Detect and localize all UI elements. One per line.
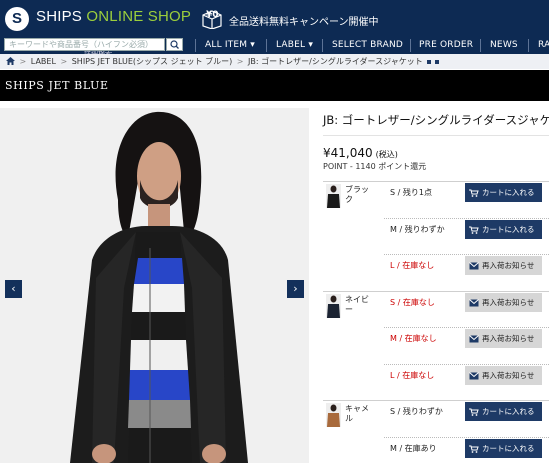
cart-icon bbox=[469, 408, 479, 416]
size-stock-label: L / 在庫なし bbox=[390, 370, 435, 380]
product-price: ¥41,040 (税込) bbox=[323, 146, 398, 160]
size-stock-label: S / 在庫なし bbox=[390, 297, 435, 307]
nav-all-item[interactable]: ALL ITEM ▾ bbox=[205, 40, 255, 50]
mail-icon bbox=[469, 335, 479, 343]
size-stock-label: M / 在庫なし bbox=[390, 334, 437, 343]
brand-name: SHIPS JET BLUE bbox=[5, 79, 109, 92]
restock-notify-button[interactable]: 再入荷お知らせ bbox=[465, 256, 542, 275]
mail-icon bbox=[469, 371, 479, 379]
nav-label[interactable]: LABEL ▾ bbox=[276, 40, 313, 50]
striped-sweater bbox=[128, 232, 192, 463]
site-header: S SHIPS ONLINE SHOP ¥0 全品送料無料キャンペーン開催中 キ… bbox=[0, 0, 549, 55]
add-to-cart-button[interactable]: カートに入れる bbox=[465, 183, 542, 202]
mail-icon bbox=[469, 262, 479, 270]
nav-divider bbox=[528, 39, 529, 52]
product-title: JB: ゴートレザー/シングルライダースジャケット bbox=[323, 113, 549, 127]
cart-icon bbox=[469, 189, 479, 197]
size-row-divider bbox=[384, 436, 549, 438]
brand-title-bar: SHIPS JET BLUE bbox=[0, 70, 549, 101]
product-thumbnail-image bbox=[326, 184, 341, 208]
size-stock-label: M / 残りわずか bbox=[390, 224, 445, 234]
add-to-cart-button[interactable]: カートに入れる bbox=[465, 402, 542, 421]
button-label: 再入荷お知らせ bbox=[482, 334, 535, 343]
product-thumbnail-image bbox=[326, 293, 341, 318]
cart-icon bbox=[469, 445, 479, 453]
site-logo-text[interactable]: SHIPS ONLINE SHOP bbox=[36, 8, 191, 25]
button-label: 再入荷お知らせ bbox=[482, 370, 535, 380]
restock-notify-button[interactable]: 再入荷お知らせ bbox=[465, 365, 542, 385]
color-thumbnail[interactable] bbox=[326, 184, 341, 208]
nav-divider bbox=[195, 39, 196, 52]
nav-news[interactable]: NEWS bbox=[490, 40, 518, 50]
add-to-cart-button[interactable]: カートに入れる bbox=[465, 219, 542, 239]
product-thumbnail-image bbox=[326, 403, 341, 427]
points-info: POINT - 1140 ポイント還元 bbox=[323, 162, 427, 171]
breadcrumb-separator: > bbox=[60, 57, 68, 66]
button-label: 再入荷お知らせ bbox=[482, 297, 535, 307]
price-value: ¥41,040 bbox=[323, 146, 373, 160]
divider bbox=[323, 135, 549, 136]
color-group-divider bbox=[323, 400, 549, 401]
color-name: ネイビー bbox=[345, 294, 369, 314]
nav-ranking[interactable]: RA bbox=[538, 40, 549, 50]
breadcrumb: > LABEL > SHIPS JET BLUE(シップス ジェット ブルー) … bbox=[0, 54, 549, 69]
size-stock-label: L / 在庫なし bbox=[390, 261, 435, 270]
search-button[interactable] bbox=[166, 38, 183, 51]
search-icon bbox=[170, 40, 179, 49]
mail-icon bbox=[469, 298, 479, 306]
size-stock-label: S / 残りわずか bbox=[390, 407, 443, 416]
color-thumbnail[interactable] bbox=[326, 293, 341, 318]
restock-notify-button[interactable]: 再入荷お知らせ bbox=[465, 292, 542, 312]
color-name: キャメル bbox=[345, 404, 369, 423]
size-stock-label: M / 在庫あり bbox=[390, 443, 437, 453]
free-shipping-label: ¥0 bbox=[206, 10, 219, 20]
breadcrumb-separator: > bbox=[19, 57, 27, 66]
button-label: カートに入れる bbox=[482, 407, 535, 416]
color-thumbnail[interactable] bbox=[326, 403, 341, 427]
button-label: カートに入れる bbox=[482, 188, 535, 197]
breadcrumb-product: JB: ゴートレザー/シングルライダースジャケット bbox=[248, 57, 423, 66]
nav-divider bbox=[480, 39, 481, 52]
restock-notify-button[interactable]: 再入荷お知らせ bbox=[465, 329, 542, 348]
nav-divider bbox=[266, 39, 267, 52]
color-name: ブラック bbox=[345, 185, 369, 204]
next-image-button[interactable]: › bbox=[287, 280, 304, 298]
prev-image-button[interactable]: ‹ bbox=[5, 280, 22, 298]
breadcrumb-brand[interactable]: SHIPS JET BLUE(シップス ジェット ブルー) bbox=[72, 57, 233, 66]
button-label: 再入荷お知らせ bbox=[482, 261, 535, 270]
price-tax-note: (税込) bbox=[375, 150, 398, 159]
breadcrumb-separator: > bbox=[236, 57, 244, 66]
nav-select-brand[interactable]: SELECT BRAND bbox=[332, 40, 403, 50]
size-stock-label: S / 残り1点 bbox=[390, 188, 432, 197]
nav-divider bbox=[322, 39, 323, 52]
button-label: カートに入れる bbox=[482, 224, 535, 234]
size-row-divider bbox=[384, 363, 549, 365]
product-model-image bbox=[0, 108, 309, 463]
color-group-divider bbox=[323, 290, 549, 292]
breadcrumb-marker-icon bbox=[427, 60, 432, 64]
breadcrumb-marker-icon bbox=[434, 60, 439, 64]
free-shipping-box-icon: ¥0 bbox=[202, 10, 222, 29]
size-row-divider bbox=[384, 327, 549, 328]
nav-divider bbox=[410, 39, 411, 52]
color-group-divider bbox=[323, 181, 549, 182]
logo-text-ships: SHIPS bbox=[36, 8, 87, 25]
search-input[interactable]: キーワードや商品番号（ハイフン必須） bbox=[4, 38, 165, 51]
ships-logo-icon[interactable]: S bbox=[5, 7, 29, 31]
breadcrumb-label[interactable]: LABEL bbox=[31, 57, 56, 66]
cart-icon bbox=[469, 226, 479, 234]
add-to-cart-button[interactable]: カートに入れる bbox=[465, 438, 542, 458]
button-label: カートに入れる bbox=[482, 443, 535, 453]
size-row-divider bbox=[384, 217, 549, 219]
product-photo: ‹ › bbox=[0, 108, 309, 463]
nav-pre-order[interactable]: PRE ORDER bbox=[419, 40, 473, 50]
free-shipping-campaign-text[interactable]: 全品送料無料キャンペーン開催中 bbox=[229, 13, 379, 28]
size-row-divider bbox=[384, 254, 549, 255]
home-icon[interactable] bbox=[6, 57, 15, 65]
logo-text-online-shop: ONLINE SHOP bbox=[86, 8, 192, 25]
